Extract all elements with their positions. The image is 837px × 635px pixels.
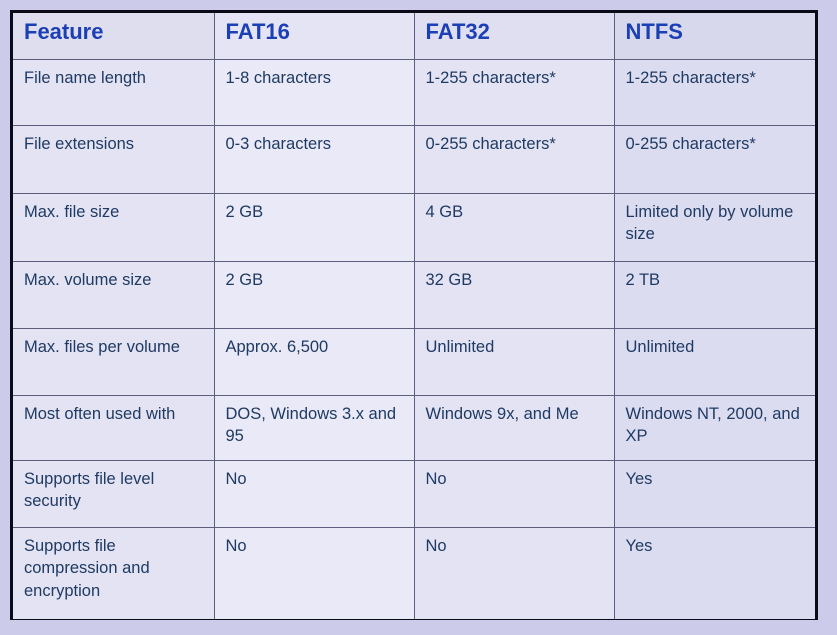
cell-ntfs: 2 TB — [614, 261, 815, 329]
column-header-fat16: FAT16 — [214, 13, 415, 60]
cell-fat32: Windows 9x, and Me — [414, 395, 615, 461]
cell-ntfs: Yes — [614, 527, 815, 619]
cell-feature: Max. files per volume — [13, 328, 215, 396]
cell-fat16: 2 GB — [214, 261, 415, 329]
table-row: Supports file level security No No Yes — [13, 460, 815, 528]
cell-ntfs: Yes — [614, 460, 815, 528]
cell-feature: Supports file compression and encryption — [13, 527, 215, 619]
cell-fat16: No — [214, 460, 415, 528]
cell-fat16: DOS, Windows 3.x and 95 — [214, 395, 415, 461]
cell-fat32: Unlimited — [414, 328, 615, 396]
cell-fat16: Approx. 6,500 — [214, 328, 415, 396]
cell-fat32: 32 GB — [414, 261, 615, 329]
table-header: Feature FAT16 FAT32 NTFS — [13, 13, 815, 60]
comparison-table-container: Feature FAT16 FAT32 NTFS File name lengt… — [10, 10, 818, 620]
cell-feature: Max. volume size — [13, 261, 215, 329]
cell-fat16: 1-8 characters — [214, 59, 415, 126]
cell-fat16: 2 GB — [214, 193, 415, 262]
cell-fat32: 0-255 characters* — [414, 125, 615, 194]
cell-fat16: No — [214, 527, 415, 619]
cell-feature: Most often used with — [13, 395, 215, 461]
cell-feature: Supports file level security — [13, 460, 215, 528]
cell-ntfs: Limited only by volume size — [614, 193, 815, 262]
table-row: File extensions 0-3 characters 0-255 cha… — [13, 125, 815, 194]
cell-ntfs: Unlimited — [614, 328, 815, 396]
table-row: Max. volume size 2 GB 32 GB 2 TB — [13, 261, 815, 329]
cell-feature: File extensions — [13, 125, 215, 194]
cell-feature: Max. file size — [13, 193, 215, 262]
column-header-ntfs: NTFS — [614, 13, 815, 60]
column-header-feature: Feature — [13, 13, 215, 60]
file-system-comparison-table: Feature FAT16 FAT32 NTFS File name lengt… — [13, 13, 815, 619]
page-root: Feature FAT16 FAT32 NTFS File name lengt… — [0, 0, 837, 635]
cell-ntfs: 1-255 characters* — [614, 59, 815, 126]
table-row: File name length 1-8 characters 1-255 ch… — [13, 59, 815, 126]
table-row: Max. files per volume Approx. 6,500 Unli… — [13, 328, 815, 396]
table-row: Most often used with DOS, Windows 3.x an… — [13, 395, 815, 461]
table-row: Supports file compression and encryption… — [13, 527, 815, 619]
cell-fat32: No — [414, 527, 615, 619]
table-body: File name length 1-8 characters 1-255 ch… — [13, 59, 815, 619]
column-header-fat32: FAT32 — [414, 13, 615, 60]
cell-fat32: No — [414, 460, 615, 528]
cell-ntfs: Windows NT, 2000, and XP — [614, 395, 815, 461]
cell-fat32: 1-255 characters* — [414, 59, 615, 126]
cell-fat16: 0-3 characters — [214, 125, 415, 194]
cell-fat32: 4 GB — [414, 193, 615, 262]
cell-feature: File name length — [13, 59, 215, 126]
header-row: Feature FAT16 FAT32 NTFS — [13, 13, 815, 60]
cell-ntfs: 0-255 characters* — [614, 125, 815, 194]
table-row: Max. file size 2 GB 4 GB Limited only by… — [13, 193, 815, 262]
